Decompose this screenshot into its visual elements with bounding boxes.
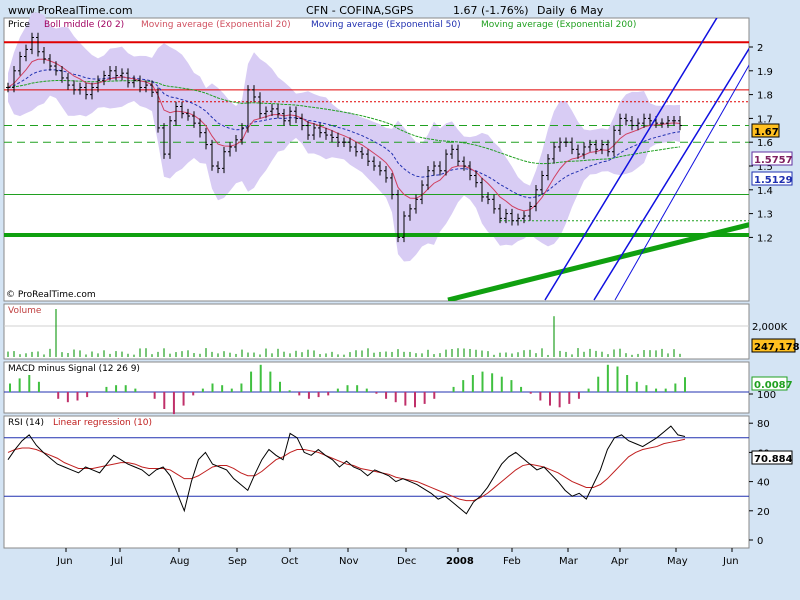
stock-chart: www.ProRealTime.com CFN - COFINA,SGPS 1.…: [0, 0, 800, 600]
date-tick-label: Jun: [722, 556, 739, 567]
legend-boll: Boll middle (20 2): [44, 20, 124, 30]
price-tick-label: 1.8: [757, 91, 773, 102]
date-tick-label: Feb: [503, 556, 521, 567]
date-tick-label: May: [667, 556, 688, 567]
price-badge-text: 1.67: [754, 127, 779, 138]
chart-title: CFN - COFINA,SGPS 1.67 (-1.76%) Daily 6 …: [306, 4, 604, 17]
date-tick-label: Dec: [397, 556, 416, 567]
instrument-name: CFN - COFINA,SGPS: [306, 4, 413, 17]
date-tick-label: Aug: [170, 556, 190, 567]
rsi-legend: RSI (14) Linear regression (10): [8, 418, 152, 428]
legend-ema50: Moving average (Exponential 50): [311, 20, 461, 30]
price-legend: Price Boll middle (20 2) Moving average …: [8, 20, 636, 30]
legend-ema200: Moving average (Exponential 200): [481, 20, 636, 30]
volume-tick-label: 2,000K: [752, 322, 788, 333]
rsi-tick-label: 100: [757, 390, 776, 401]
date-tick-label: Jun: [56, 556, 73, 567]
date-tick-label: Jul: [110, 556, 123, 567]
legend-ema20: Moving average (Exponential 20): [141, 20, 291, 30]
date-tick-label: Oct: [281, 556, 298, 567]
rsi-panel: [3, 415, 750, 549]
rsi-tick-label: 80: [757, 419, 770, 430]
date-tick-label: Mar: [559, 556, 579, 567]
price-tick-label: 1.4: [757, 186, 773, 197]
price-tick-label: 1.3: [757, 210, 773, 221]
volume-badge-text: 247,178: [754, 342, 800, 353]
rsi-tick-label: 40: [757, 478, 770, 489]
date-label: 6 May: [570, 4, 604, 17]
price-tick-label: 2: [757, 43, 763, 54]
date-tick-label: Nov: [339, 556, 359, 567]
legend-price: Price: [8, 20, 30, 30]
date-tick-label: 2008: [446, 556, 474, 567]
price-tick-label: 1.6: [757, 138, 773, 149]
rsi-tick-label: 20: [757, 507, 770, 518]
quote-value: 1.67 (-1.76%): [453, 4, 529, 17]
rsi-badge-text: 70.884: [754, 454, 793, 465]
date-tick-label: Sep: [228, 556, 247, 567]
rsi-title: RSI (14): [8, 418, 44, 428]
site-name[interactable]: www.ProRealTime.com: [8, 4, 133, 17]
rsi-tick-label: 0: [757, 536, 763, 547]
macd-title: MACD minus Signal (12 26 9): [8, 364, 140, 374]
ema50-badge-text: 1.5129: [754, 175, 793, 186]
period-label: Daily: [537, 4, 565, 17]
price-tick-label: 1.9: [757, 67, 773, 78]
rsi-regression-title: Linear regression (10): [53, 418, 152, 428]
volume-title: Volume: [8, 306, 42, 316]
price-tick-label: 1.2: [757, 233, 773, 244]
volume-panel: [3, 303, 750, 360]
macd-badge-text: 0.0087: [754, 380, 793, 391]
ema20-badge-text: 1.5757: [754, 155, 793, 166]
watermark: © ProRealTime.com: [6, 290, 96, 300]
date-tick-label: Apr: [611, 556, 629, 567]
